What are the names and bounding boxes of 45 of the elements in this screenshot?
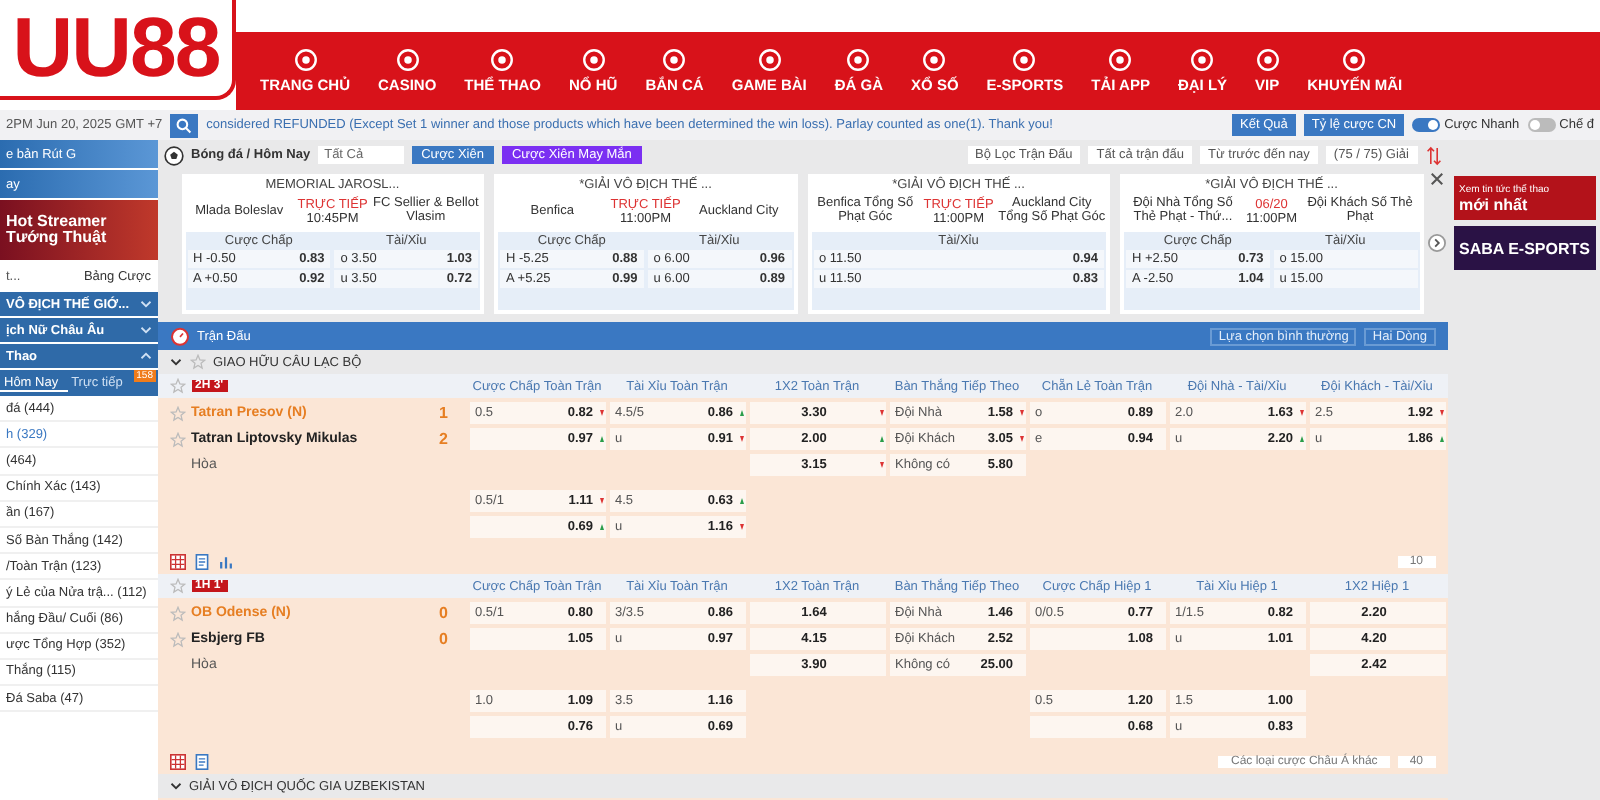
emblem-icon <box>581 48 606 72</box>
star-outline-icon[interactable] <box>189 354 205 370</box>
emblem-icon <box>490 48 515 72</box>
star-outline-icon[interactable] <box>169 405 185 421</box>
document-icon[interactable] <box>193 553 209 569</box>
banner-title: mới nhất <box>1459 195 1530 213</box>
star-outline-icon[interactable] <box>169 578 185 594</box>
search-button[interactable] <box>170 113 199 137</box>
search-icon <box>176 117 193 133</box>
star-outline-icon[interactable] <box>169 431 185 447</box>
toggle-switch[interactable] <box>1527 118 1556 132</box>
grid-icon[interactable] <box>169 553 185 569</box>
toggle-switch[interactable] <box>1412 118 1441 132</box>
close-icon[interactable] <box>1429 172 1443 190</box>
emblem-icon <box>757 48 782 72</box>
document-icon[interactable] <box>193 753 209 769</box>
emblem-icon <box>1342 48 1367 72</box>
emblem-icon <box>1012 48 1037 72</box>
promo-banner[interactable]: Hot Streamer Tướng Thuật <box>0 200 157 260</box>
emblem-icon <box>662 48 687 72</box>
emblem-icon <box>293 48 317 72</box>
chevron-down-icon <box>169 780 181 792</box>
team-score: 0 <box>439 630 450 648</box>
banner-title: SABA E-SPORTS <box>1459 239 1590 257</box>
team-score: 0 <box>439 604 450 622</box>
emblem-icon <box>922 48 947 72</box>
chevron-down-icon <box>169 356 181 368</box>
star-outline-icon[interactable] <box>169 631 185 647</box>
team-score: 1 <box>439 404 450 422</box>
emblem-icon <box>1108 48 1133 72</box>
site-logo[interactable]: UU88 <box>0 0 236 100</box>
emblem-icon <box>1190 48 1215 72</box>
bar-chart-icon[interactable] <box>217 553 233 569</box>
star-outline-icon[interactable] <box>169 378 185 394</box>
soccer-ball-icon <box>163 145 183 165</box>
grid-icon[interactable] <box>169 753 185 769</box>
sort-arrows-icon[interactable] <box>1425 145 1441 165</box>
banner-text: Hot Streamer Tướng Thuật <box>6 214 109 246</box>
star-outline-icon[interactable] <box>169 605 185 621</box>
stopwatch-icon <box>169 326 189 346</box>
emblem-icon <box>395 48 420 72</box>
emblem-icon <box>846 48 871 72</box>
emblem-icon <box>1255 48 1280 72</box>
team-score: 2 <box>439 430 450 448</box>
promo-banner[interactable]: SABA E-SPORTS <box>1453 226 1596 270</box>
